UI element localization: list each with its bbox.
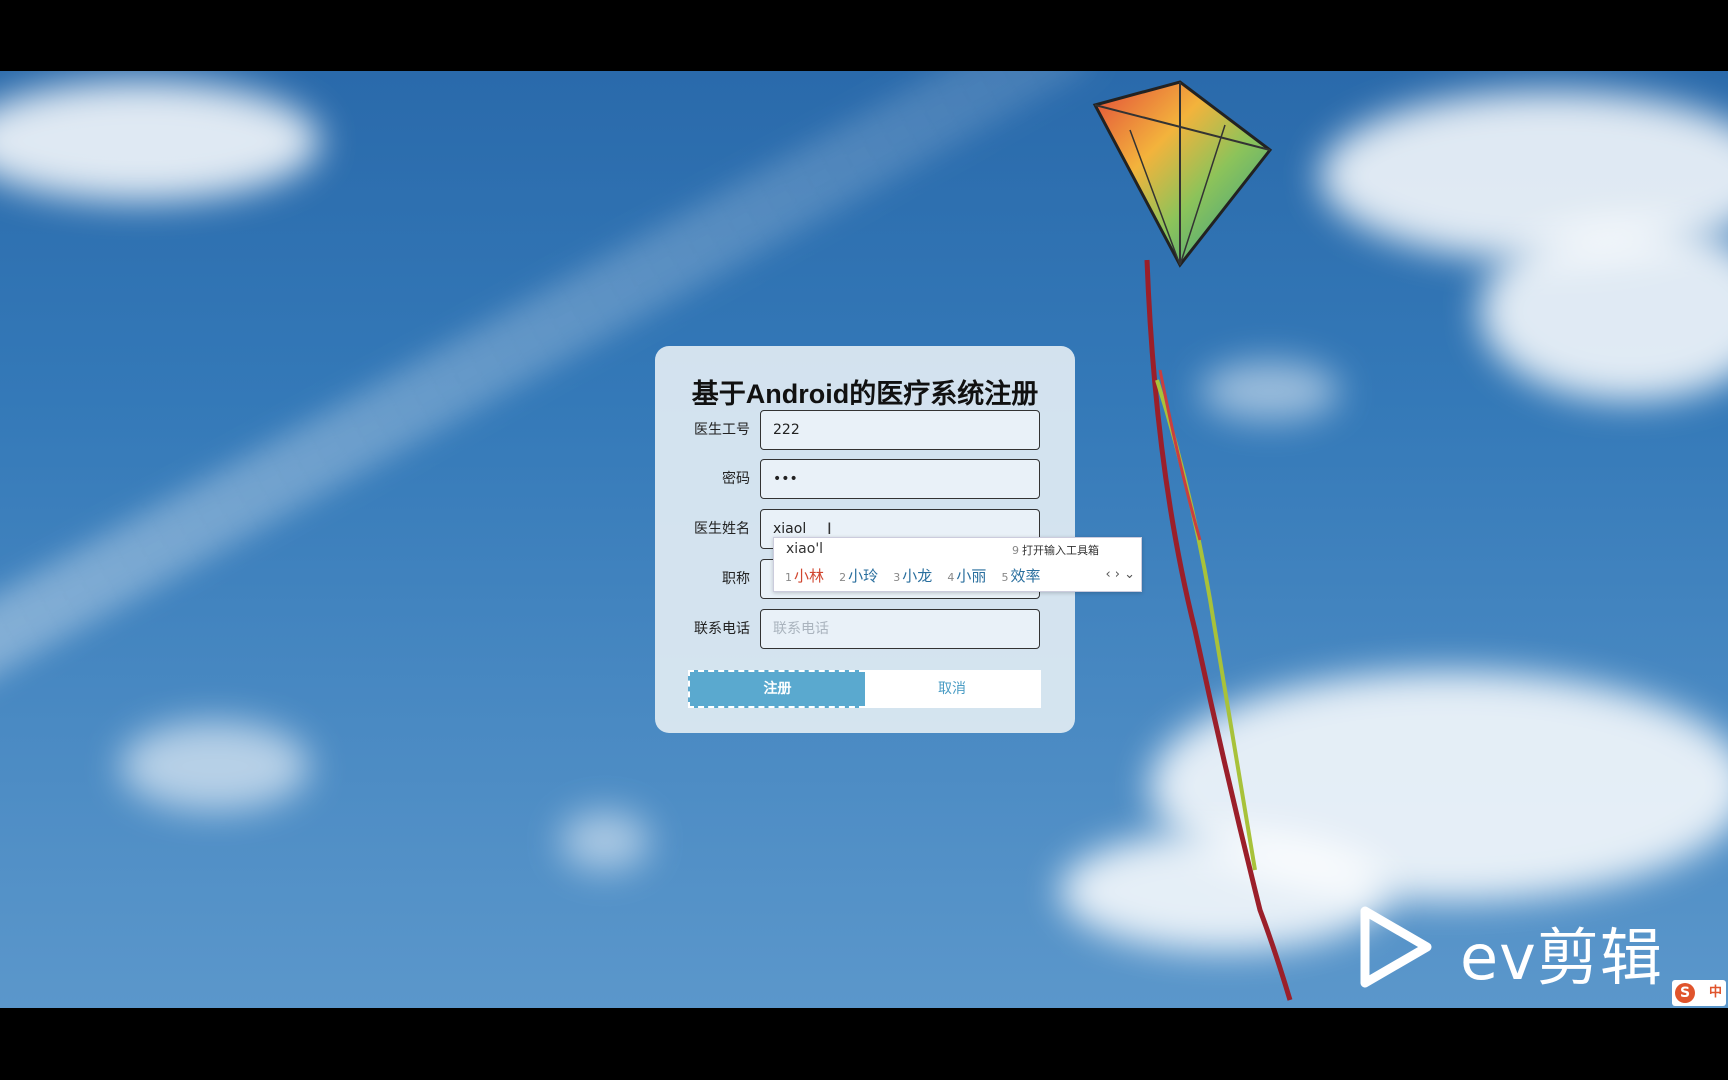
- ime-candidate-window: xiao'l 9 打开输入工具箱 1 小林 2 小玲 3 小龙 4 小丽 5 效率 ‹ › …: [773, 537, 1142, 592]
- ime-candidate[interactable]: 2 小玲: [839, 565, 878, 586]
- ime-toolbox-option[interactable]: 9 打开输入工具箱: [1012, 542, 1099, 558]
- doctor-id-label: 医生工号: [694, 422, 750, 438]
- password-input[interactable]: [760, 459, 1040, 499]
- candidate-number: 1: [785, 571, 792, 584]
- ime-mode-label: 中: [1708, 985, 1722, 1000]
- text-cursor-icon: I: [827, 519, 832, 538]
- candidate-number: 3: [893, 571, 901, 584]
- cloud: [0, 81, 320, 201]
- candidate-word: 小林: [794, 567, 825, 585]
- letterbox-top: [0, 0, 1728, 71]
- page-title: 基于Android的医疗系统注册: [691, 379, 1039, 409]
- candidate-number: 2: [839, 571, 847, 584]
- field-row-password: 密码: [655, 459, 1075, 499]
- ime-candidate[interactable]: 5 效率: [1001, 565, 1040, 586]
- ime-toolbox-number: 9: [1012, 544, 1019, 557]
- candidate-word: 小玲: [848, 567, 879, 585]
- ime-composition-text: xiao'l: [786, 541, 824, 557]
- candidate-word: 小丽: [956, 567, 987, 585]
- cloud: [560, 811, 650, 871]
- doctor-name-label: 医生姓名: [694, 521, 750, 537]
- candidate-word: 效率: [1010, 567, 1041, 585]
- phone-input[interactable]: [760, 609, 1040, 649]
- sogou-logo-icon: S: [1675, 983, 1695, 1003]
- ime-candidate-list: 1 小林 2 小玲 3 小龙 4 小丽 5 效率: [785, 565, 1050, 587]
- ime-page-nav-icon[interactable]: ‹ › ⌄: [1105, 567, 1135, 582]
- ime-status-indicator[interactable]: S 中: [1672, 980, 1726, 1006]
- doctor-id-input[interactable]: [760, 410, 1040, 450]
- ime-candidate[interactable]: 3 小龙: [893, 565, 932, 586]
- cancel-button[interactable]: 取消: [865, 670, 1041, 708]
- password-label: 密码: [722, 471, 750, 487]
- ime-candidate[interactable]: 4 小丽: [947, 565, 986, 586]
- watermark-text: ev剪辑: [1460, 921, 1663, 994]
- job-title-label: 职称: [722, 571, 750, 587]
- play-logo-icon: [1360, 906, 1432, 988]
- field-row-doctor-id: 医生工号: [655, 410, 1075, 450]
- phone-label: 联系电话: [694, 621, 750, 637]
- cloud: [120, 721, 310, 811]
- candidate-number: 5: [1001, 571, 1009, 584]
- candidate-number: 4: [947, 571, 955, 584]
- ime-candidate[interactable]: 1 小林: [785, 565, 824, 586]
- register-button[interactable]: 注册: [688, 670, 865, 708]
- candidate-word: 小龙: [902, 567, 933, 585]
- field-row-phone: 联系电话: [655, 609, 1075, 649]
- ime-toolbox-label: 打开输入工具箱: [1022, 544, 1099, 557]
- letterbox-bottom: [0, 1008, 1728, 1080]
